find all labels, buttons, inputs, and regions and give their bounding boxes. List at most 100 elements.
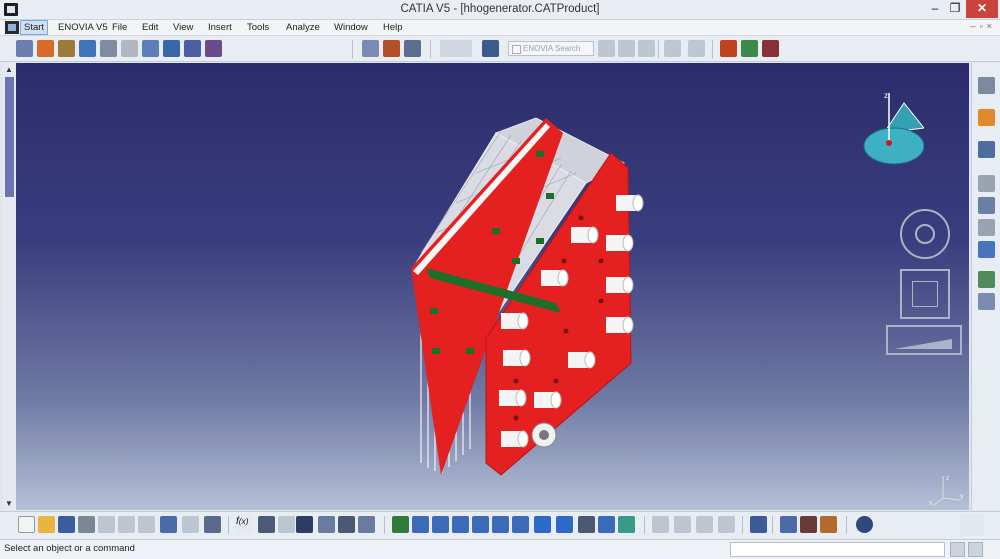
- maximize-button[interactable]: ❐: [945, 0, 965, 18]
- cut-icon[interactable]: [98, 516, 115, 533]
- whats-this-icon[interactable]: [204, 516, 221, 533]
- sectioning-icon[interactable]: [978, 197, 995, 214]
- scroll-down-icon[interactable]: ▼: [5, 499, 13, 508]
- constraint-icon[interactable]: [205, 40, 222, 57]
- window-title: CATIA V5 - [hhogenerator.CATProduct]: [400, 3, 600, 15]
- save-icon[interactable]: [58, 516, 75, 533]
- contact-icon[interactable]: [978, 271, 995, 288]
- menu-file[interactable]: File: [112, 22, 127, 33]
- pan-view-icon[interactable]: [900, 269, 950, 319]
- zoom-out-icon[interactable]: [492, 516, 509, 533]
- document-icon[interactable]: [5, 21, 19, 34]
- menu-view[interactable]: View: [173, 22, 193, 33]
- scroll-up-icon[interactable]: ▲: [5, 65, 13, 74]
- distance-icon[interactable]: [978, 219, 995, 236]
- coincidence-icon[interactable]: [978, 241, 995, 258]
- product-management-icon[interactable]: [338, 516, 355, 533]
- undo-icon[interactable]: [160, 516, 177, 533]
- menu-window[interactable]: Window: [334, 22, 368, 33]
- catalog-browser-icon[interactable]: [296, 516, 313, 533]
- paste-icon[interactable]: [138, 516, 155, 533]
- save-enovia-icon[interactable]: [383, 40, 400, 57]
- rotate-icon[interactable]: [452, 516, 469, 533]
- swap-space-icon[interactable]: [598, 516, 615, 533]
- lock-icon[interactable]: [638, 40, 655, 57]
- enovia-search-input[interactable]: ENOVIA Search: [508, 41, 594, 56]
- command-input[interactable]: [730, 542, 945, 557]
- zoom-view-icon[interactable]: [886, 325, 962, 355]
- compass-widget[interactable]: z: [854, 88, 924, 168]
- bill-of-material-icon[interactable]: [780, 516, 797, 533]
- cancel-command-icon[interactable]: [968, 542, 983, 557]
- multi-view-icon[interactable]: [618, 516, 635, 533]
- assembly-features-icon[interactable]: [978, 77, 995, 94]
- assembly-icon[interactable]: [37, 40, 54, 57]
- mdi-window-controls[interactable]: –▫×: [971, 21, 996, 31]
- replace-icon[interactable]: [318, 516, 335, 533]
- menu-enovia[interactable]: ENOVIA V5: [58, 22, 108, 33]
- shading-icon[interactable]: [556, 516, 573, 533]
- open-icon[interactable]: [38, 516, 55, 533]
- menu-edit[interactable]: Edit: [142, 22, 158, 33]
- enovia-logo-icon[interactable]: [440, 40, 472, 57]
- update-bottom-icon[interactable]: [750, 516, 767, 533]
- clash-icon[interactable]: [978, 175, 995, 192]
- part-icon[interactable]: [79, 40, 96, 57]
- normal-view-icon[interactable]: [512, 516, 529, 533]
- update-icon[interactable]: [688, 40, 705, 57]
- material-icon[interactable]: [720, 40, 737, 57]
- mark-icon[interactable]: [800, 516, 817, 533]
- constraint-bottom-icon[interactable]: [652, 516, 669, 533]
- print-icon[interactable]: [78, 516, 95, 533]
- scroll-thumb[interactable]: [5, 77, 14, 197]
- menu-insert[interactable]: Insert: [208, 22, 232, 33]
- connect-icon[interactable]: [482, 40, 499, 57]
- component-icon[interactable]: [58, 40, 75, 57]
- redo-icon[interactable]: [182, 516, 199, 533]
- fix-together-icon[interactable]: [696, 516, 713, 533]
- rotate-view-icon[interactable]: [900, 209, 950, 259]
- menu-tools[interactable]: Tools: [247, 22, 269, 33]
- execute-command-icon[interactable]: [950, 542, 965, 557]
- quick-constraint-icon[interactable]: [718, 516, 735, 533]
- 3d-viewport[interactable]: z z y x: [16, 63, 969, 510]
- fit-all-icon[interactable]: [412, 516, 429, 533]
- open-enovia-icon[interactable]: [362, 40, 379, 57]
- pencil-icon[interactable]: [121, 40, 138, 57]
- send-enovia-icon[interactable]: [404, 40, 421, 57]
- close-button[interactable]: ✕: [966, 0, 998, 18]
- fix-icon[interactable]: [674, 516, 691, 533]
- zoom-in-icon[interactable]: [472, 516, 489, 533]
- snap-icon[interactable]: [184, 40, 201, 57]
- properties-icon[interactable]: [618, 40, 635, 57]
- refresh-icon[interactable]: [598, 40, 615, 57]
- reaction-icon[interactable]: [278, 516, 295, 533]
- catia-app-icon-bottom[interactable]: [856, 516, 873, 533]
- scene-icon[interactable]: [358, 516, 375, 533]
- iso-view-icon[interactable]: [534, 516, 551, 533]
- assembly-model[interactable]: [16, 63, 969, 510]
- gear-icon[interactable]: [100, 40, 117, 57]
- catalog-icon[interactable]: [142, 40, 159, 57]
- menu-analyze[interactable]: Analyze: [286, 22, 320, 33]
- offset-icon[interactable]: [978, 293, 995, 310]
- menu-start[interactable]: Start: [20, 20, 49, 35]
- minimize-button[interactable]: –: [925, 0, 945, 18]
- knowledge-icon[interactable]: [258, 516, 275, 533]
- new-icon[interactable]: [18, 516, 35, 533]
- measure-icon[interactable]: [762, 40, 779, 57]
- hide-show-icon[interactable]: [578, 516, 595, 533]
- pan-icon[interactable]: [432, 516, 449, 533]
- copy-icon[interactable]: [118, 516, 135, 533]
- relations-icon[interactable]: [664, 40, 681, 57]
- apply-material-icon[interactable]: [741, 40, 758, 57]
- menu-help[interactable]: Help: [383, 22, 403, 33]
- lock-bottom-icon[interactable]: [820, 516, 837, 533]
- product-icon[interactable]: [16, 40, 33, 57]
- move-icon[interactable]: [978, 109, 995, 126]
- explode-icon[interactable]: [978, 141, 995, 158]
- fly-mode-icon[interactable]: [392, 516, 409, 533]
- manipulate-icon[interactable]: [163, 40, 180, 57]
- tree-scrollbar[interactable]: ▲ ▼: [3, 63, 16, 510]
- formula-icon[interactable]: f(x): [236, 516, 253, 533]
